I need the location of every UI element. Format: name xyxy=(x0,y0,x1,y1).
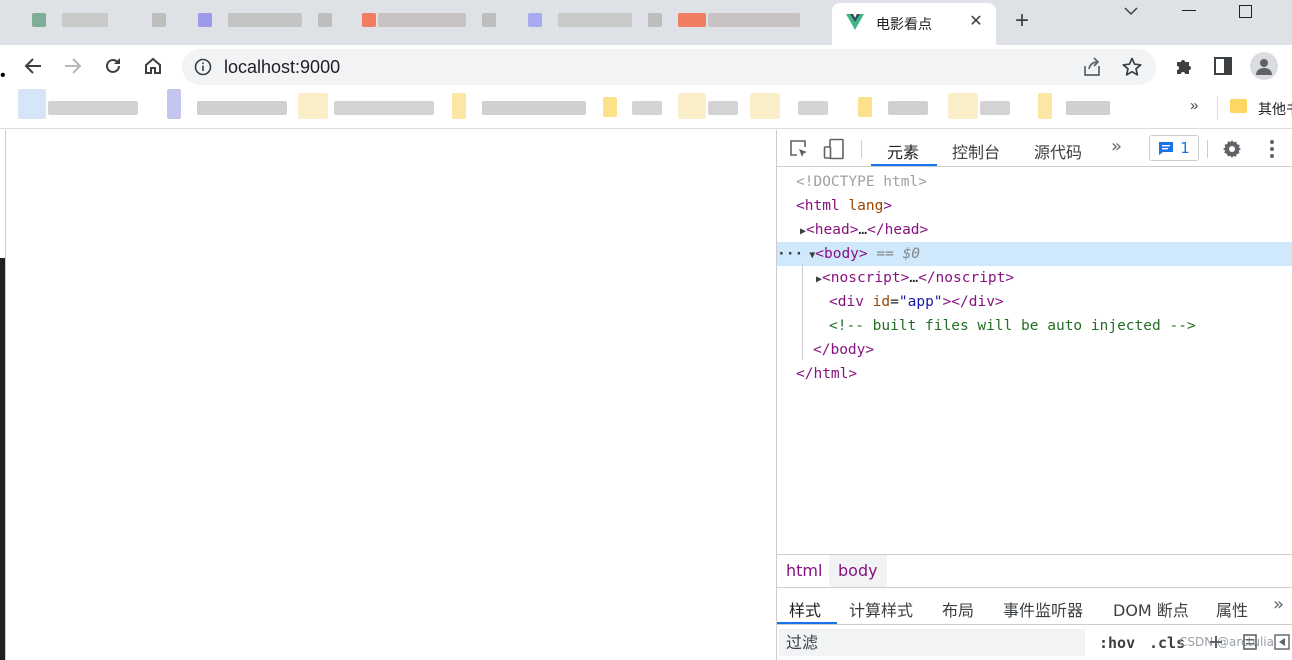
dom-node-body[interactable]: ··· ▼<body> == $0 xyxy=(777,242,1292,266)
tab-close-icon[interactable]: ✕ xyxy=(966,12,986,32)
message-icon xyxy=(1159,141,1174,155)
tab-title: 电影看点 xyxy=(876,17,932,33)
dom-node-doctype[interactable]: <!DOCTYPE html> xyxy=(777,170,1292,194)
home-button[interactable] xyxy=(139,52,167,80)
hov-toggle[interactable]: :hov xyxy=(1099,634,1135,652)
tabbar-divider xyxy=(1207,140,1208,158)
device-toolbar-icon[interactable] xyxy=(823,138,845,160)
issues-count: 1 xyxy=(1180,139,1190,157)
dom-node-body-close[interactable]: </body> xyxy=(777,338,1292,362)
back-button[interactable] xyxy=(19,52,47,80)
dom-node-comment[interactable]: <!-- built files will be auto injected -… xyxy=(777,314,1292,338)
collapse-triangle-icon[interactable]: ▼ xyxy=(803,250,815,261)
minimize-icon xyxy=(1182,10,1196,11)
share-icon[interactable] xyxy=(1082,57,1102,77)
bookmarks-bar: » 其他书签 xyxy=(0,87,1292,129)
styles-filter-row: :hov .cls CSDN @arctulia xyxy=(777,625,1292,660)
tab-layout[interactable]: 布局 xyxy=(942,597,974,621)
computed-styles-icon[interactable] xyxy=(1241,633,1259,651)
arrow-right-icon xyxy=(65,58,82,74)
more-tabs-button[interactable]: » xyxy=(1111,136,1122,157)
dom-node-html-close[interactable]: </html> xyxy=(777,362,1292,386)
tab-computed[interactable]: 计算样式 xyxy=(849,597,913,621)
dom-node-head[interactable]: ▶<head>…</head> xyxy=(777,218,1292,242)
browser-toolbar: localhost:9000 xyxy=(0,45,1292,87)
tabbar-divider xyxy=(861,140,862,158)
tab-elements[interactable]: 元素 xyxy=(887,139,919,163)
puzzle-icon xyxy=(1177,60,1191,74)
dom-node-div-app[interactable]: <div id="app"></div> xyxy=(777,290,1292,314)
toggle-sidebar-icon[interactable] xyxy=(1273,633,1291,651)
folder-icon xyxy=(1230,99,1247,113)
side-panel-icon xyxy=(1214,57,1232,75)
watermark: CSDN @arctulia xyxy=(1179,635,1274,649)
dom-node-noscript[interactable]: ▶<noscript>…</noscript> xyxy=(777,266,1292,290)
chevron-down-icon xyxy=(1124,7,1138,16)
filter-input[interactable] xyxy=(779,629,1085,656)
reload-icon xyxy=(106,58,120,73)
tab-strip: 电影看点 ✕ + xyxy=(0,0,1292,45)
dom-node-html[interactable]: <html lang> xyxy=(777,194,1292,218)
profile-avatar[interactable] xyxy=(1250,52,1278,80)
tab-search-button[interactable] xyxy=(1108,0,1154,22)
breadcrumb-body[interactable]: body xyxy=(829,555,887,587)
tree-guide-line xyxy=(802,264,803,360)
person-icon xyxy=(1256,59,1272,75)
edge-glyph: • xyxy=(0,67,6,84)
tab-properties[interactable]: 属性 xyxy=(1216,597,1248,621)
tab-dom-breakpoints[interactable]: DOM 断点 xyxy=(1113,597,1189,621)
inspect-element-icon[interactable] xyxy=(788,138,810,160)
issues-button[interactable]: 1 xyxy=(1149,135,1199,161)
tab-sources[interactable]: 源代码 xyxy=(1034,139,1082,163)
tab-event-listeners[interactable]: 事件监听器 xyxy=(1003,597,1083,621)
maximize-icon xyxy=(1238,4,1252,18)
other-bookmarks[interactable]: 其他书签 xyxy=(1258,99,1292,119)
styles-tabbar: 样式 计算样式 布局 事件监听器 DOM 断点 属性 » xyxy=(777,588,1292,625)
edge-dark-strip xyxy=(0,258,5,660)
new-rule-icon[interactable] xyxy=(1207,633,1225,651)
vue-logo-icon xyxy=(846,14,864,30)
selected-marker: == $0 xyxy=(876,246,921,262)
extensions-button[interactable] xyxy=(1173,55,1195,77)
tab-styles[interactable]: 样式 xyxy=(789,597,821,621)
maximize-button[interactable] xyxy=(1222,0,1268,22)
devtools-panel: 元素 控制台 源代码 » 1 <!DOCTYPE html> <html lan… xyxy=(776,130,1292,660)
more-subtabs-button[interactable]: » xyxy=(1273,594,1284,615)
devtools-tabbar: 元素 控制台 源代码 » 1 xyxy=(777,130,1292,167)
url-text: localhost:9000 xyxy=(224,57,341,77)
forward-button[interactable] xyxy=(59,52,87,80)
active-subtab-indicator xyxy=(777,622,837,624)
bookmarks-overflow-button[interactable]: » xyxy=(1190,97,1198,114)
tab-active[interactable]: 电影看点 ✕ xyxy=(832,3,996,45)
side-panel-button[interactable] xyxy=(1212,55,1234,77)
info-icon[interactable] xyxy=(194,58,212,76)
new-tab-button[interactable]: + xyxy=(1010,9,1034,34)
active-tab-indicator xyxy=(871,164,937,166)
reload-button[interactable] xyxy=(99,52,127,80)
home-icon xyxy=(145,57,161,74)
address-bar[interactable]: localhost:9000 xyxy=(182,49,1156,85)
bookmarks-divider xyxy=(1217,96,1218,120)
kebab-menu-icon[interactable] xyxy=(1261,138,1283,160)
minimize-button[interactable] xyxy=(1166,0,1212,22)
page-viewport[interactable] xyxy=(6,130,776,660)
star-icon[interactable] xyxy=(1122,57,1142,77)
settings-icon[interactable] xyxy=(1221,138,1243,160)
breadcrumb-html[interactable]: html xyxy=(777,555,831,587)
breadcrumb: html body xyxy=(777,554,1292,588)
arrow-left-icon xyxy=(24,58,41,74)
tab-console[interactable]: 控制台 xyxy=(952,139,1000,163)
